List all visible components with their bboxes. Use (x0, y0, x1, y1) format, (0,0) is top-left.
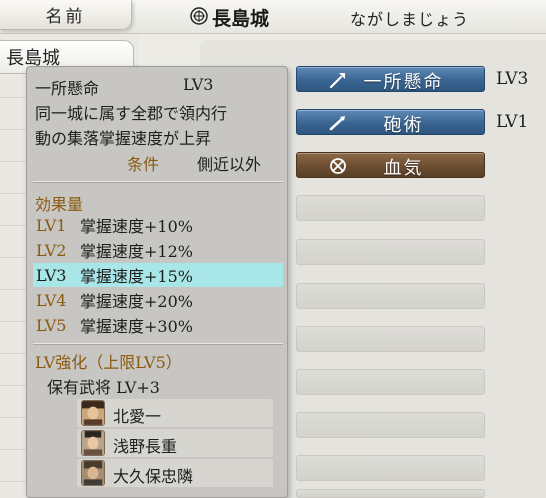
general-portrait-icon (81, 430, 105, 456)
general-name: 大久保忠隣 (113, 467, 194, 486)
skill-slot-label: 血気 (383, 158, 424, 179)
family-crest-icon (190, 7, 208, 25)
level-label: LV3 (36, 265, 67, 285)
empty-skill-slot (296, 195, 485, 221)
skill-slot-label: 砲術 (383, 115, 424, 136)
level-row-current: LV3 掌握速度+15% (33, 263, 283, 287)
castle-title: 長島城 (212, 8, 270, 30)
enhance-detail: 保有武将 LV+3 (47, 378, 160, 397)
tooltip-skill-level: LV3 (183, 75, 214, 94)
level-effect: 掌握速度+15% (80, 267, 193, 286)
divider (33, 181, 283, 182)
level-row: LV4 掌握速度+20% (33, 288, 283, 312)
level-effect: 掌握速度+10% (80, 217, 193, 236)
level-effect: 掌握速度+20% (80, 292, 193, 311)
tooltip-skill-name: 一所懸命 (35, 79, 100, 98)
empty-skill-slot (296, 412, 485, 438)
general-row[interactable]: 北愛一 (77, 399, 273, 427)
level-label: LV2 (36, 240, 67, 260)
empty-skill-slot (296, 283, 485, 309)
skill-level: LV3 (496, 69, 529, 89)
level-effect: 掌握速度+12% (80, 242, 193, 261)
level-row: LV1 掌握速度+10% (33, 213, 283, 237)
skill-slot-isshokenmei[interactable]: 一所懸命 (296, 66, 485, 93)
skill-slot-label: 一所懸命 (363, 72, 444, 93)
level-row: LV2 掌握速度+12% (33, 238, 283, 262)
tooltip-description-line1: 同一城に属す全郡で領内行 (35, 104, 228, 123)
skill-slot-kekki[interactable]: 血気 (296, 152, 485, 179)
general-row[interactable]: 大久保忠隣 (77, 459, 273, 487)
name-tab-label: 名前 (45, 7, 86, 27)
empty-skill-slot (296, 369, 485, 395)
divider (33, 343, 283, 344)
empty-skill-slot (296, 239, 485, 265)
general-portrait-icon (81, 460, 105, 486)
empty-skill-slot (296, 326, 485, 352)
condition-value: 側近以外 (197, 155, 262, 174)
general-name: 北愛一 (113, 407, 162, 426)
castle-reading: ながしまじょう (350, 10, 470, 29)
level-label: LV4 (36, 290, 67, 310)
level-label: LV1 (36, 215, 67, 235)
level-label: LV5 (36, 315, 67, 335)
level-row: LV5 掌握速度+30% (33, 313, 283, 337)
tooltip-description-line2: 動の集落掌握速度が上昇 (35, 129, 212, 148)
empty-skill-slot (296, 455, 485, 481)
header-bar: 名前 長島城 ながしまじょう (0, 0, 546, 34)
empty-skill-slot (296, 489, 485, 498)
skill-tooltip: 一所懸命 LV3 同一城に属す全郡で領内行 動の集落掌握速度が上昇 条件 側近以… (26, 66, 288, 498)
general-portrait-icon (81, 400, 105, 426)
skill-slot-houjutsu[interactable]: 砲術 (296, 109, 485, 136)
general-name: 浅野長重 (113, 437, 178, 456)
condition-label: 条件 (127, 155, 160, 174)
general-row[interactable]: 浅野長重 (77, 429, 273, 457)
level-effect: 掌握速度+30% (80, 317, 193, 336)
name-tab[interactable]: 名前 (0, 0, 132, 30)
enhance-heading: LV強化（上限LV5） (35, 353, 182, 372)
skill-level: LV1 (496, 112, 529, 132)
effect-heading: 効果量 (35, 195, 84, 214)
